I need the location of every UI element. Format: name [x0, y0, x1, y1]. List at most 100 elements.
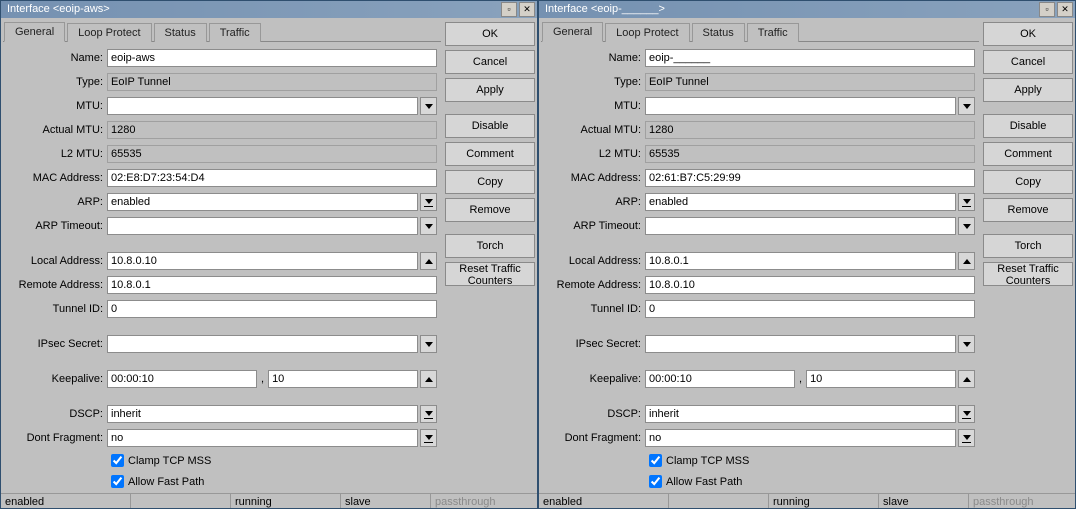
mac-input[interactable] [645, 169, 975, 187]
titlebar[interactable]: Interface <eoip-______> ▫ ✕ [539, 1, 1075, 18]
torch-button[interactable]: Torch [983, 234, 1073, 258]
keepalive-time-input[interactable] [107, 370, 257, 388]
cancel-button[interactable]: Cancel [983, 50, 1073, 74]
mtu-input[interactable] [107, 97, 418, 115]
titlebar[interactable]: Interface <eoip-aws> ▫ ✕ [1, 1, 537, 18]
label-amtu: Actual MTU: [545, 124, 645, 136]
dscp-combo-icon[interactable] [958, 405, 975, 423]
actual-mtu-field [645, 121, 975, 139]
ipsec-secret-input[interactable] [645, 335, 956, 353]
ok-button[interactable]: OK [445, 22, 535, 46]
arp-timeout-input[interactable] [645, 217, 956, 235]
ipsec-secret-input[interactable] [107, 335, 418, 353]
label-mtu: MTU: [7, 100, 107, 112]
keepalive-time-input[interactable] [645, 370, 795, 388]
comment-button[interactable]: Comment [983, 142, 1073, 166]
label-tid: Tunnel ID: [545, 303, 645, 315]
local-address-up-icon[interactable] [420, 252, 437, 270]
clamp-tcp-mss-label: Clamp TCP MSS [128, 455, 211, 467]
ok-button[interactable]: OK [983, 22, 1073, 46]
status-enabled: enabled [1, 494, 131, 508]
dscp-input[interactable] [107, 405, 418, 423]
arp-combo-icon[interactable] [420, 193, 437, 211]
dscp-input[interactable] [645, 405, 956, 423]
tab-general[interactable]: General [542, 22, 603, 42]
arp-input[interactable] [107, 193, 418, 211]
tab-traffic[interactable]: Traffic [209, 23, 261, 42]
remote-address-input[interactable] [645, 276, 975, 294]
keepalive-up-icon[interactable] [958, 370, 975, 388]
mtu-dropdown-icon[interactable] [420, 97, 437, 115]
close-button[interactable]: ✕ [519, 2, 535, 17]
dont-fragment-input[interactable] [645, 429, 956, 447]
status-blank [131, 494, 231, 508]
arp-input[interactable] [645, 193, 956, 211]
apply-button[interactable]: Apply [983, 78, 1073, 102]
button-panel: OK Cancel Apply Disable Comment Copy Rem… [445, 20, 535, 491]
interface-window-right: Interface <eoip-______> ▫ ✕ General Loop… [538, 0, 1076, 509]
arp-timeout-dropdown-icon[interactable] [958, 217, 975, 235]
copy-button[interactable]: Copy [983, 170, 1073, 194]
remove-button[interactable]: Remove [983, 198, 1073, 222]
close-button[interactable]: ✕ [1057, 2, 1073, 17]
tunnel-id-input[interactable] [645, 300, 975, 318]
type-field [645, 73, 975, 91]
arp-timeout-input[interactable] [107, 217, 418, 235]
local-address-up-icon[interactable] [958, 252, 975, 270]
tab-status[interactable]: Status [154, 23, 207, 42]
arp-combo-icon[interactable] [958, 193, 975, 211]
tab-traffic[interactable]: Traffic [747, 23, 799, 42]
interface-window-left: Interface <eoip-aws> ▫ ✕ General Loop Pr… [0, 0, 538, 509]
dscp-combo-icon[interactable] [420, 405, 437, 423]
mtu-dropdown-icon[interactable] [958, 97, 975, 115]
allow-fast-path-checkbox[interactable] [111, 475, 124, 488]
keepalive-count-input[interactable] [806, 370, 956, 388]
mtu-input[interactable] [645, 97, 956, 115]
tab-loop-protect[interactable]: Loop Protect [605, 23, 689, 42]
cancel-button[interactable]: Cancel [445, 50, 535, 74]
reset-traffic-button[interactable]: Reset Traffic Counters [445, 262, 535, 286]
local-address-input[interactable] [645, 252, 956, 270]
clamp-tcp-mss-checkbox[interactable] [111, 454, 124, 467]
minimize-button[interactable]: ▫ [1039, 2, 1055, 17]
label-l2mtu: L2 MTU: [545, 148, 645, 160]
type-field [107, 73, 437, 91]
comment-button[interactable]: Comment [445, 142, 535, 166]
status-passthrough: passthrough [431, 494, 537, 508]
arp-timeout-dropdown-icon[interactable] [420, 217, 437, 235]
mac-input[interactable] [107, 169, 437, 187]
torch-button[interactable]: Torch [445, 234, 535, 258]
clamp-tcp-mss-checkbox[interactable] [649, 454, 662, 467]
copy-button[interactable]: Copy [445, 170, 535, 194]
local-address-input[interactable] [107, 252, 418, 270]
label-l2mtu: L2 MTU: [7, 148, 107, 160]
dfrag-combo-icon[interactable] [958, 429, 975, 447]
keepalive-up-icon[interactable] [420, 370, 437, 388]
dfrag-combo-icon[interactable] [420, 429, 437, 447]
name-input[interactable] [107, 49, 437, 67]
label-dfrag: Dont Fragment: [7, 432, 107, 444]
label-type: Type: [545, 76, 645, 88]
status-bar: enabled running slave passthrough [539, 493, 1075, 508]
remote-address-input[interactable] [107, 276, 437, 294]
label-mac: MAC Address: [7, 172, 107, 184]
ipsec-dropdown-icon[interactable] [420, 335, 437, 353]
allow-fast-path-checkbox[interactable] [649, 475, 662, 488]
tab-general[interactable]: General [4, 22, 65, 42]
name-input[interactable] [645, 49, 975, 67]
label-laddr: Local Address: [545, 255, 645, 267]
disable-button[interactable]: Disable [983, 114, 1073, 138]
label-name: Name: [7, 52, 107, 64]
ipsec-dropdown-icon[interactable] [958, 335, 975, 353]
keepalive-count-input[interactable] [268, 370, 418, 388]
apply-button[interactable]: Apply [445, 78, 535, 102]
dont-fragment-input[interactable] [107, 429, 418, 447]
status-running: running [769, 494, 879, 508]
minimize-button[interactable]: ▫ [501, 2, 517, 17]
tab-status[interactable]: Status [692, 23, 745, 42]
remove-button[interactable]: Remove [445, 198, 535, 222]
tab-loop-protect[interactable]: Loop Protect [67, 23, 151, 42]
reset-traffic-button[interactable]: Reset Traffic Counters [983, 262, 1073, 286]
tunnel-id-input[interactable] [107, 300, 437, 318]
disable-button[interactable]: Disable [445, 114, 535, 138]
